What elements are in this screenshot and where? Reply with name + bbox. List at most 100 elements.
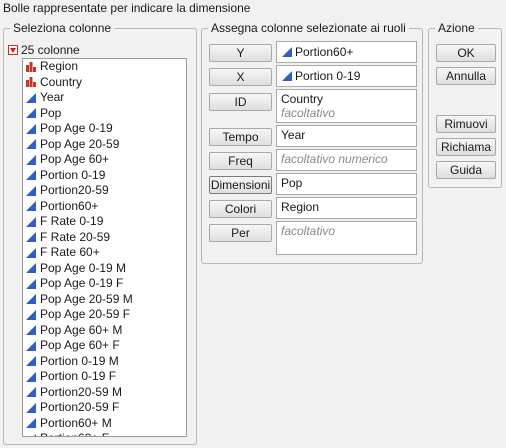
column-list[interactable]: Region Country Year Pop Pop Age 0-19 Pop Age … (22, 58, 187, 437)
column-label: F Rate 0-19 (40, 214, 104, 228)
column-list-item[interactable]: Pop Age 20-59 (23, 137, 186, 153)
colori-role-button[interactable]: Colori (209, 200, 272, 218)
column-label: Pop Age 60+ F (40, 338, 120, 352)
column-list-item[interactable]: Country (23, 75, 186, 91)
column-label: Portion60+ M (40, 415, 112, 430)
column-list-item[interactable]: Portion20-59 M (23, 385, 186, 401)
y-role-value: Portion60+ (295, 45, 354, 59)
column-list-item[interactable]: Pop Age 20-59 M (23, 292, 186, 308)
column-label: Portion 0-19 M (40, 353, 119, 368)
column-label: Pop Age 20-59 M (40, 291, 133, 306)
column-list-item[interactable]: Portion60+ (23, 199, 186, 215)
continuous-column-icon (25, 138, 37, 150)
dimensioni-role-button[interactable]: Dimensioni (209, 176, 272, 194)
id-role-button[interactable]: ID (209, 93, 272, 111)
continuous-column-icon (25, 293, 37, 305)
id-role-optional: facoltativo (281, 106, 336, 120)
continuous-column-icon (25, 123, 37, 135)
tempo-role-button[interactable]: Tempo (209, 128, 272, 146)
column-list-item[interactable]: Pop Age 0-19 F (23, 276, 186, 292)
column-label: Portion 0-19 (40, 167, 106, 182)
column-list-item[interactable]: Pop Age 20-59 F (23, 307, 186, 323)
freq-role-button[interactable]: Freq (209, 152, 272, 170)
y-role-button[interactable]: Y (209, 44, 272, 62)
column-list-item[interactable]: Pop Age 0-19 M (23, 261, 186, 277)
dialog-hint: Bolle rappresentate per indicare la dime… (3, 1, 251, 15)
continuous-column-icon (25, 247, 37, 259)
tempo-role-field[interactable]: Year (276, 125, 417, 147)
dimensioni-role-value: Pop (281, 176, 303, 190)
continuous-column-icon (25, 216, 37, 228)
column-label: F Rate 60+ (40, 245, 100, 259)
y-role-field[interactable]: Portion60+ (276, 41, 417, 63)
nominal-column-icon (25, 76, 37, 88)
annulla-button[interactable]: Annulla (436, 67, 496, 85)
per-role-button[interactable]: Per (209, 224, 272, 242)
actions-title: Azione (435, 21, 478, 35)
rimuovi-button[interactable]: Rimuovi (436, 115, 496, 133)
continuous-column-icon (281, 46, 293, 58)
column-list-item[interactable]: Pop (23, 106, 186, 122)
column-list-item[interactable]: Pop Age 60+ M (23, 323, 186, 339)
column-list-item[interactable]: Pop Age 60+ (23, 152, 186, 168)
column-label: F Rate 20-59 (40, 229, 111, 244)
column-list-item[interactable]: Portion 0-19 M (23, 354, 186, 370)
x-role-value: Portion 0-19 (295, 69, 361, 83)
richiama-button[interactable]: Richiama (436, 138, 496, 156)
guida-button[interactable]: Guida (436, 161, 496, 179)
continuous-column-icon (25, 324, 37, 336)
column-label: Portion20-59 (40, 183, 109, 197)
column-label: Year (40, 90, 65, 104)
columns-count: 25 colonne (21, 43, 80, 57)
colori-role-value: Region (281, 200, 320, 214)
column-list-item[interactable]: F Rate 60+ (23, 245, 186, 261)
x-role-button[interactable]: X (209, 68, 272, 86)
roles-title: Assegna colonne selezionate ai ruoli (208, 21, 409, 35)
column-list-item[interactable]: Portion 0-19 F (23, 369, 186, 385)
per-role-field[interactable]: facoltativo (276, 221, 417, 255)
column-list-item[interactable]: F Rate 0-19 (23, 214, 186, 230)
continuous-column-icon (25, 185, 37, 197)
continuous-column-icon (25, 92, 37, 104)
column-label: Pop Age 0-19 F (40, 276, 124, 290)
continuous-column-icon (25, 278, 37, 290)
column-list-item[interactable]: Year (23, 90, 186, 106)
dimensioni-role-field[interactable]: Pop (276, 173, 417, 195)
ok-button[interactable]: OK (436, 44, 496, 62)
tempo-role-value: Year (281, 128, 306, 142)
id-role-field[interactable]: Country facoltativo (276, 89, 417, 123)
column-label: Portion20-59 F (40, 400, 120, 414)
disclosure-menu-icon[interactable] (8, 45, 18, 55)
per-role-optional: facoltativo (281, 224, 336, 238)
column-label: Pop Age 60+ (40, 152, 110, 166)
column-label: Portion60+ F (40, 431, 109, 436)
continuous-column-icon (25, 107, 37, 119)
column-list-item[interactable]: Pop Age 60+ F (23, 338, 186, 354)
column-label: Pop Age 20-59 (40, 136, 120, 151)
continuous-column-icon (25, 386, 37, 398)
column-label: Pop Age 20-59 F (40, 307, 131, 321)
continuous-column-icon (25, 402, 37, 414)
x-role-field[interactable]: Portion 0-19 (276, 65, 417, 87)
continuous-column-icon (25, 355, 37, 367)
column-list-item[interactable]: Portion20-59 F (23, 400, 186, 416)
nominal-column-icon (25, 61, 37, 73)
column-list-item[interactable]: Region (23, 59, 186, 75)
column-list-item[interactable]: Portion20-59 (23, 183, 186, 199)
colori-role-field[interactable]: Region (276, 197, 417, 219)
column-list-item[interactable]: Portion 0-19 (23, 168, 186, 184)
column-list-item[interactable]: Portion60+ F (23, 431, 186, 436)
continuous-column-icon (25, 231, 37, 243)
column-label: Region (40, 59, 79, 73)
continuous-column-icon (281, 70, 293, 82)
column-label: Pop Age 60+ M (40, 322, 123, 337)
column-list-item[interactable]: F Rate 20-59 (23, 230, 186, 246)
continuous-column-icon (25, 417, 37, 429)
continuous-column-icon (25, 154, 37, 166)
column-list-item[interactable]: Pop Age 0-19 (23, 121, 186, 137)
continuous-column-icon (25, 169, 37, 181)
column-list-item[interactable]: Portion60+ M (23, 416, 186, 432)
columns-header[interactable]: 25 colonne (8, 43, 80, 57)
freq-role-field[interactable]: facoltativo numerico (276, 149, 417, 171)
continuous-column-icon (25, 340, 37, 352)
